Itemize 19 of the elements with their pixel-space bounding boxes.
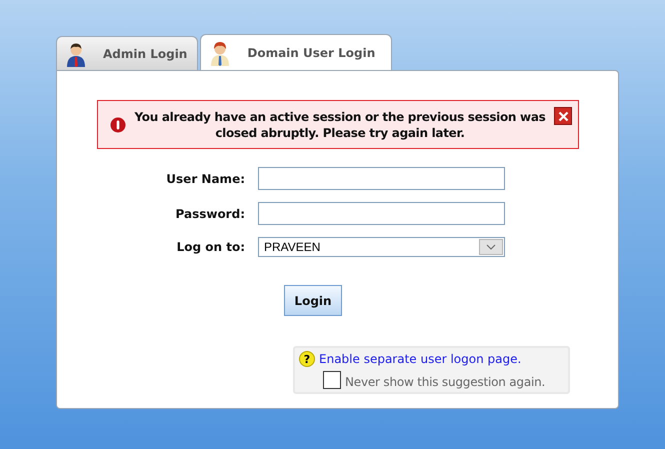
error-message: You already have an active session or the previous session was closed abruptly. Please try again later. xyxy=(134,108,546,140)
enable-link[interactable]: Enable separate user logon page. xyxy=(319,352,522,366)
close-button[interactable] xyxy=(554,107,572,125)
domain-dropdown[interactable]: PRAVEEN xyxy=(258,237,505,257)
tab[interactable]: Admin Login xyxy=(56,36,198,70)
input-field[interactable] xyxy=(258,167,505,190)
close-icon xyxy=(558,110,568,122)
field-label: Password: xyxy=(174,206,245,220)
dropdown-button[interactable] xyxy=(479,239,503,255)
input-field[interactable] xyxy=(258,202,505,225)
field-label: Log on to: xyxy=(176,240,245,254)
checkbox-label: Never show this suggestion again. xyxy=(345,375,546,389)
caret-icon xyxy=(486,244,496,250)
checkbox[interactable] xyxy=(323,371,341,389)
help-icon: ? xyxy=(299,351,315,367)
tab[interactable]: Domain User Login xyxy=(200,34,392,70)
login-button[interactable]: Login xyxy=(284,285,342,316)
error-icon xyxy=(110,116,126,132)
field-label: User Name: xyxy=(165,172,245,186)
